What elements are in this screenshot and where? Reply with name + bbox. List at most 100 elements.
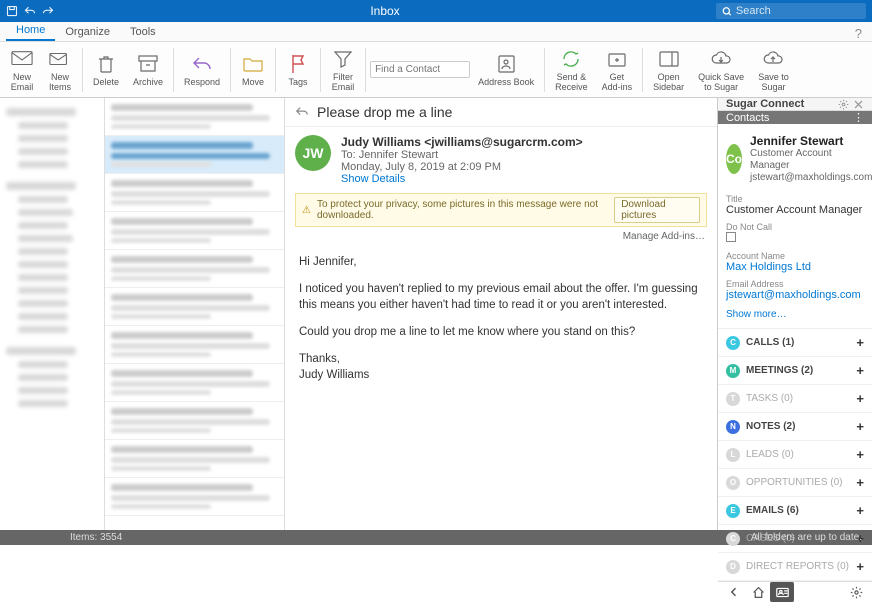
- sugar-connect-panel: Sugar Connect Contacts ⋮ Co Jennifer Ste…: [717, 98, 872, 530]
- address-book-button[interactable]: Address Book: [472, 45, 540, 95]
- add-lead-button[interactable]: +: [856, 447, 864, 462]
- message-to: To: Jennifer Stewart: [341, 149, 583, 161]
- panel-meetings[interactable]: MMEETINGS (2)+: [718, 357, 872, 385]
- new-items-button[interactable]: New Items: [42, 45, 78, 95]
- manage-addins-link[interactable]: Manage Add-ins…: [285, 227, 717, 246]
- save-sugar-button[interactable]: Save to Sugar: [752, 45, 795, 95]
- settings-button[interactable]: [844, 582, 868, 602]
- find-contact-input[interactable]: [370, 61, 470, 78]
- search-icon: [722, 6, 732, 17]
- tab-home[interactable]: Home: [6, 21, 55, 41]
- panel-leads[interactable]: LLEADS (0)+: [718, 441, 872, 469]
- emails-icon: E: [726, 504, 740, 518]
- back-button[interactable]: [722, 582, 746, 602]
- list-item[interactable]: [105, 326, 284, 364]
- contact-title: Customer Account Manager: [750, 148, 872, 172]
- archive-button[interactable]: Archive: [127, 45, 169, 95]
- add-call-button[interactable]: +: [856, 335, 864, 350]
- delete-button[interactable]: Delete: [87, 45, 125, 95]
- archive-icon: [137, 53, 159, 75]
- sync-icon: [560, 48, 582, 70]
- envelope-icon: [11, 48, 33, 70]
- list-item[interactable]: [105, 250, 284, 288]
- list-item[interactable]: [105, 136, 284, 174]
- add-note-button[interactable]: +: [856, 419, 864, 434]
- addins-icon: [606, 48, 628, 70]
- quick-save-button[interactable]: Quick Save to Sugar: [692, 45, 750, 95]
- panel-tasks[interactable]: TTASKS (0)+: [718, 385, 872, 413]
- menu-tabs: Home Organize Tools ?: [0, 22, 872, 42]
- message-list[interactable]: [105, 98, 285, 530]
- do-not-call-checkbox[interactable]: [726, 232, 736, 242]
- meetings-icon: M: [726, 364, 740, 378]
- flag-icon: [287, 53, 309, 75]
- home-button[interactable]: [746, 582, 770, 602]
- filter-icon: [332, 48, 354, 70]
- sugar-section-title: Contacts: [726, 112, 769, 124]
- warning-icon: ⚠: [302, 205, 311, 216]
- tab-tools[interactable]: Tools: [120, 23, 166, 41]
- cases-icon: C: [726, 532, 740, 546]
- tasks-icon: T: [726, 392, 740, 406]
- show-details-link[interactable]: Show Details: [341, 173, 583, 185]
- send-receive-button[interactable]: Send & Receive: [549, 45, 594, 95]
- cloud-save-icon: [762, 48, 784, 70]
- contact-name: Jennifer Stewart: [750, 134, 872, 148]
- get-addins-button[interactable]: Get Add-ins: [596, 45, 639, 95]
- add-opp-button[interactable]: +: [856, 475, 864, 490]
- panel-calls[interactable]: CCALLS (1)+: [718, 329, 872, 357]
- reply-indicator-icon: [295, 105, 309, 119]
- more-menu-icon[interactable]: ⋮: [853, 111, 864, 124]
- global-search[interactable]: [716, 3, 866, 19]
- add-report-button[interactable]: +: [856, 559, 864, 574]
- download-pictures-button[interactable]: Download pictures: [614, 197, 700, 223]
- field-email-value[interactable]: jstewart@maxholdings.com: [726, 289, 864, 301]
- field-account-label: Account Name: [726, 251, 864, 261]
- list-item[interactable]: [105, 212, 284, 250]
- field-account-value[interactable]: Max Holdings Ltd: [726, 261, 864, 273]
- panel-notes[interactable]: NNOTES (2)+: [718, 413, 872, 441]
- new-email-button[interactable]: New Email: [4, 45, 40, 95]
- list-item[interactable]: [105, 98, 284, 136]
- contact-view-button[interactable]: [770, 582, 794, 602]
- move-button[interactable]: Move: [235, 45, 271, 95]
- list-item[interactable]: [105, 478, 284, 516]
- calls-icon: C: [726, 336, 740, 350]
- tab-organize[interactable]: Organize: [55, 23, 120, 41]
- folder-nav[interactable]: [0, 98, 105, 530]
- list-item[interactable]: [105, 364, 284, 402]
- help-icon[interactable]: ?: [855, 26, 866, 41]
- search-input[interactable]: [736, 5, 860, 17]
- gear-icon[interactable]: [838, 99, 849, 110]
- notes-icon: N: [726, 420, 740, 434]
- tags-button[interactable]: Tags: [280, 45, 316, 95]
- contact-email: jstewart@maxholdings.com: [750, 172, 872, 184]
- list-item[interactable]: [105, 402, 284, 440]
- leads-icon: L: [726, 448, 740, 462]
- privacy-bar: ⚠ To protect your privacy, some pictures…: [295, 193, 707, 227]
- panel-opportunities[interactable]: OOPPORTUNITIES (0)+: [718, 469, 872, 497]
- field-title-label: Title: [726, 194, 864, 204]
- add-email-button[interactable]: +: [856, 503, 864, 518]
- list-item[interactable]: [105, 288, 284, 326]
- new-items-icon: [49, 48, 71, 70]
- privacy-text: To protect your privacy, some pictures i…: [317, 199, 614, 221]
- save-icon[interactable]: [6, 5, 18, 17]
- add-meeting-button[interactable]: +: [856, 363, 864, 378]
- respond-button[interactable]: Respond: [178, 45, 226, 95]
- list-item[interactable]: [105, 174, 284, 212]
- show-more-link[interactable]: Show more…: [718, 307, 872, 328]
- sync-status: All folders are up to date.: [751, 532, 862, 543]
- close-icon[interactable]: [853, 99, 864, 110]
- undo-icon[interactable]: [24, 5, 36, 17]
- list-item[interactable]: [105, 440, 284, 478]
- add-task-button[interactable]: +: [856, 391, 864, 406]
- filter-button[interactable]: Filter Email: [325, 45, 361, 95]
- opportunities-icon: O: [726, 476, 740, 490]
- reports-icon: D: [726, 560, 740, 574]
- redo-icon[interactable]: [42, 5, 54, 17]
- ribbon: New Email New Items Delete Archive Respo…: [0, 42, 872, 98]
- panel-direct-reports[interactable]: DDIRECT REPORTS (0)+: [718, 553, 872, 581]
- panel-emails[interactable]: EEMAILS (6)+: [718, 497, 872, 525]
- open-sidebar-button[interactable]: Open Sidebar: [647, 45, 690, 95]
